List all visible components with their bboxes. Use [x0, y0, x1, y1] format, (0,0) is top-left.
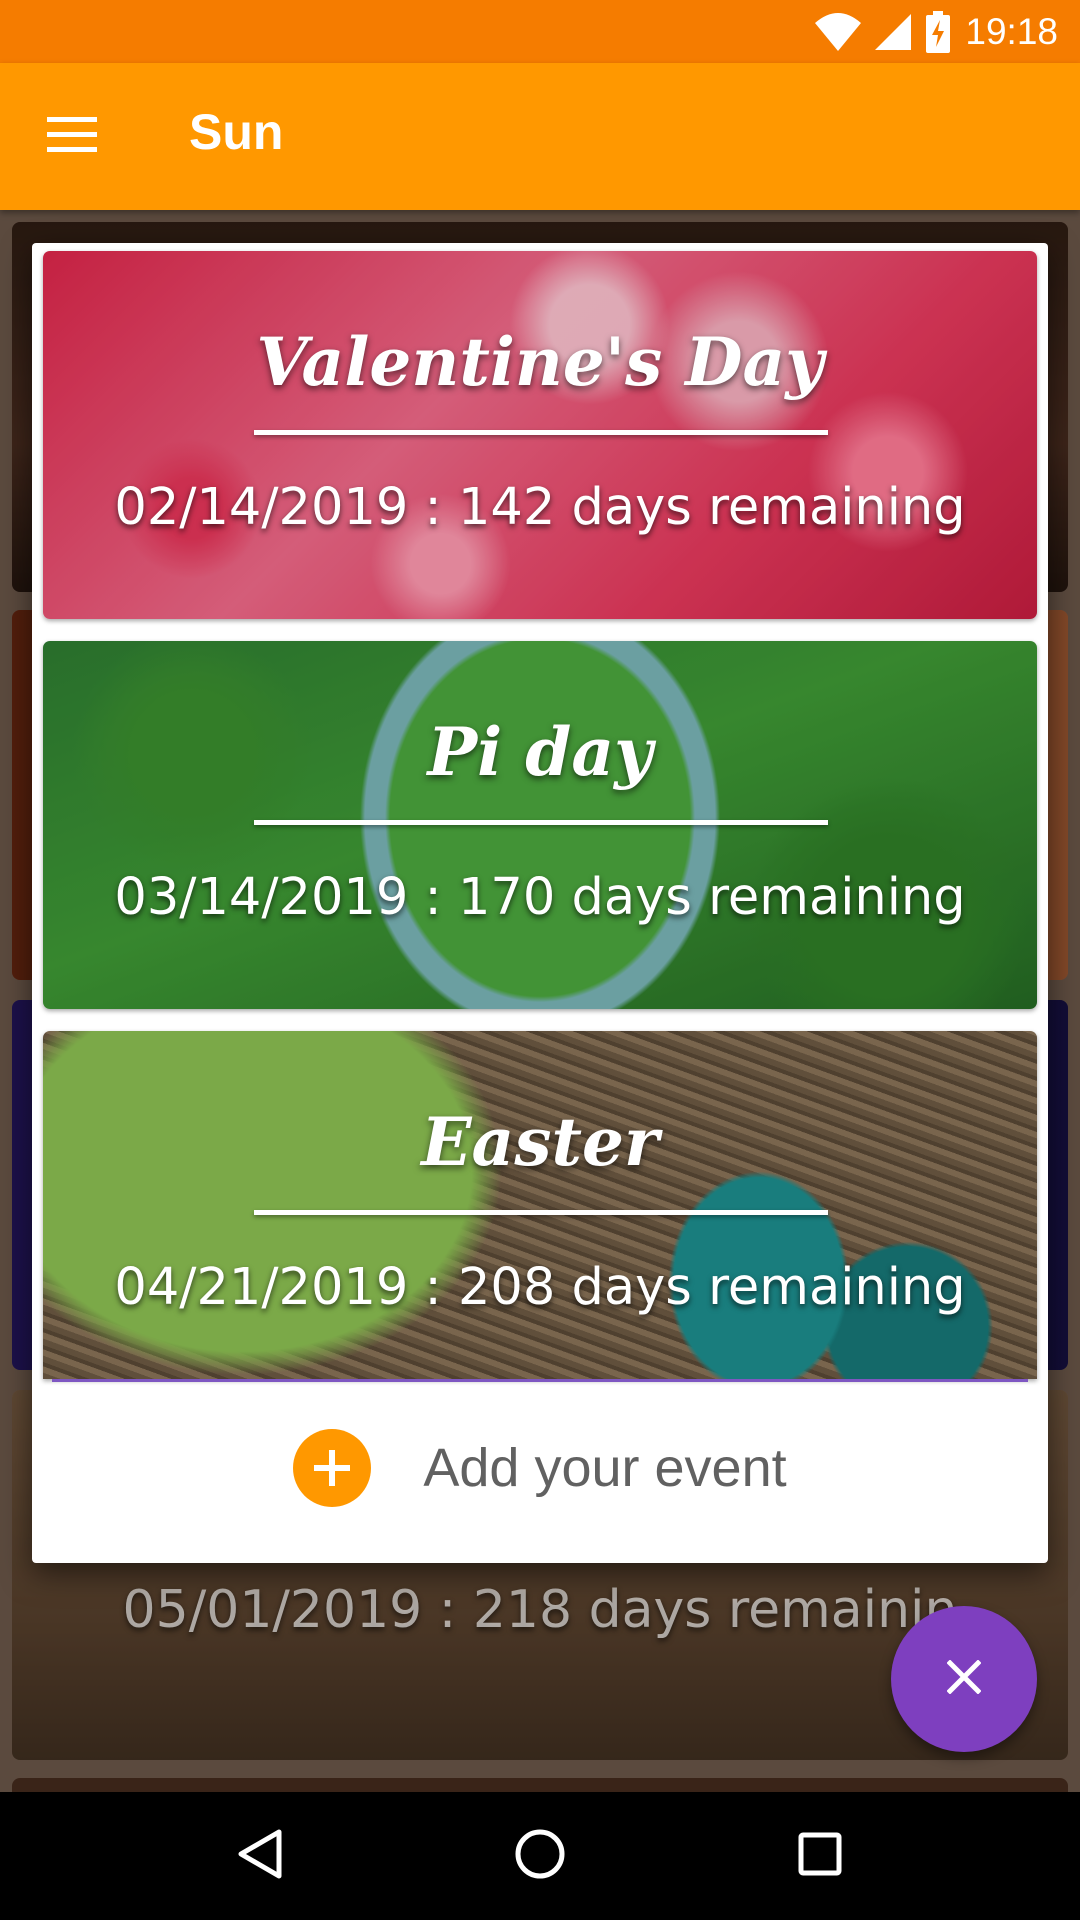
hamburger-menu-icon [47, 117, 97, 157]
recents-icon [797, 1831, 843, 1881]
back-icon [237, 1828, 283, 1884]
event-date: 03/14/2019 : 170 days remaining [114, 868, 966, 927]
status-bar: 19:18 [0, 0, 1080, 63]
event-card-easter[interactable]: Easter 04/21/2019 : 208 days remaining [43, 1031, 1037, 1379]
event-title: Pi day [427, 713, 653, 791]
event-divider [254, 820, 828, 825]
app-title: Sun [189, 104, 284, 160]
home-icon [514, 1828, 566, 1884]
back-button[interactable] [205, 1801, 315, 1911]
signal-icon [875, 14, 912, 50]
event-title: Easter [421, 1103, 659, 1181]
event-card-pi-day[interactable]: Pi day 03/14/2019 : 170 days remaining [43, 641, 1037, 1009]
close-icon [946, 1659, 982, 1698]
recents-button[interactable] [765, 1801, 875, 1911]
event-divider [254, 1210, 828, 1215]
event-card-valentines-day[interactable]: Valentine's Day 02/14/2019 : 142 days re… [43, 251, 1037, 619]
add-event-button[interactable]: Add your event [32, 1393, 1048, 1543]
close-fab[interactable] [891, 1606, 1037, 1752]
event-date: 04/21/2019 : 208 days remaining [114, 1258, 966, 1317]
event-date: 02/14/2019 : 142 days remaining [114, 478, 966, 537]
add-circle-icon [293, 1429, 372, 1507]
wifi-icon [815, 13, 862, 51]
add-event-label: Add your event [423, 1438, 787, 1498]
status-time: 19:18 [965, 11, 1058, 52]
status-icons: 19:18 [815, 8, 1058, 56]
battery-charging-icon [925, 11, 951, 53]
system-nav-bar [0, 1792, 1080, 1920]
menu-button[interactable] [28, 97, 116, 177]
home-button[interactable] [485, 1801, 595, 1911]
app-bar: Sun [0, 63, 1080, 210]
event-title: Valentine's Day [256, 323, 824, 401]
list-bottom-divider [52, 1379, 1028, 1382]
event-divider [254, 430, 828, 435]
events-dialog: Valentine's Day 02/14/2019 : 142 days re… [32, 243, 1048, 1563]
